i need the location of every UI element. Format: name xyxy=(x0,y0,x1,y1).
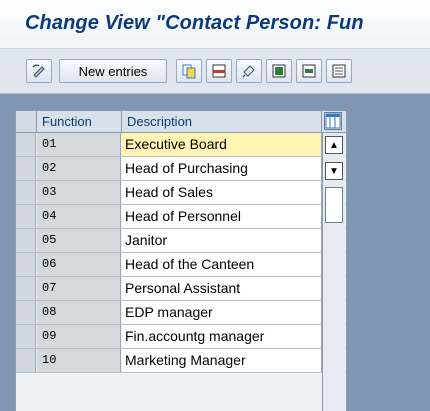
select-all-icon xyxy=(272,64,286,78)
page-title: Change View "Contact Person: Fun xyxy=(25,12,364,34)
function-cell: 05 xyxy=(37,229,121,252)
column-header-description[interactable]: Description xyxy=(122,111,322,132)
change-display-button[interactable] xyxy=(26,59,52,83)
undo-button[interactable] xyxy=(236,59,262,83)
table-row[interactable]: 06 Head of the Canteen xyxy=(16,253,346,277)
delete-icon xyxy=(212,64,226,78)
row-selector[interactable] xyxy=(16,205,36,228)
row-selector[interactable] xyxy=(16,301,36,324)
function-cell: 09 xyxy=(37,325,121,348)
select-block-icon xyxy=(302,64,316,78)
function-cell: 07 xyxy=(37,277,121,300)
new-entries-button[interactable]: New entries xyxy=(59,59,167,83)
row-selector[interactable] xyxy=(16,325,36,348)
row-selector[interactable] xyxy=(16,133,36,156)
description-cell[interactable]: Personal Assistant xyxy=(122,277,322,300)
table-control: Function Description 01 Executive Board 02… xyxy=(15,110,347,411)
row-selector[interactable] xyxy=(16,349,36,372)
application-toolbar: New entries xyxy=(0,49,430,94)
select-all-button[interactable] xyxy=(266,59,292,83)
deselect-all-button[interactable] xyxy=(326,59,352,83)
copy-icon xyxy=(182,64,196,79)
table-row[interactable]: 03 Head of Sales xyxy=(16,181,346,205)
undo-icon xyxy=(242,65,255,78)
scrollbar-thumb[interactable] xyxy=(325,187,343,223)
vertical-scrollbar[interactable]: ▲ ▼ xyxy=(322,133,345,411)
scroll-down-icon: ▼ xyxy=(329,165,339,177)
table-settings-button[interactable] xyxy=(324,112,342,130)
table-row[interactable]: 01 Executive Board xyxy=(16,133,346,157)
description-cell[interactable]: EDP manager xyxy=(122,301,322,324)
table-settings-icon xyxy=(325,113,341,129)
column-header-function[interactable]: Function xyxy=(37,111,122,132)
table-row[interactable]: 04 Head of Personnel xyxy=(16,205,346,229)
function-cell: 01 xyxy=(37,133,121,156)
row-selector[interactable] xyxy=(16,181,36,204)
copy-button[interactable] xyxy=(176,59,202,83)
table-row[interactable]: 10 Marketing Manager xyxy=(16,349,346,373)
row-selector[interactable] xyxy=(16,229,36,252)
function-cell: 10 xyxy=(37,349,121,372)
description-cell[interactable]: Head of Purchasing xyxy=(122,157,322,180)
delete-button[interactable] xyxy=(206,59,232,83)
table-row[interactable]: 02 Head of Purchasing xyxy=(16,157,346,181)
description-cell[interactable]: Executive Board xyxy=(122,133,322,156)
function-cell: 04 xyxy=(37,205,121,228)
table-row[interactable]: 07 Personal Assistant xyxy=(16,277,346,301)
row-selector[interactable] xyxy=(16,277,36,300)
table-row[interactable]: 09 Fin.accountg manager xyxy=(16,325,346,349)
description-cell[interactable]: Fin.accountg manager xyxy=(122,325,322,348)
description-cell[interactable]: Janitor xyxy=(122,229,322,252)
description-cell[interactable]: Head of Sales xyxy=(122,181,322,204)
function-cell: 06 xyxy=(37,253,121,276)
title-bar: Change View "Contact Person: Fun xyxy=(0,0,430,49)
table-row[interactable]: 08 EDP manager xyxy=(16,301,346,325)
function-cell: 03 xyxy=(37,181,121,204)
change-display-icon xyxy=(32,64,45,78)
scroll-up-button[interactable]: ▲ xyxy=(325,136,343,154)
function-cell: 02 xyxy=(37,157,121,180)
description-cell[interactable]: Head of the Canteen xyxy=(122,253,322,276)
row-selector[interactable] xyxy=(16,253,36,276)
scroll-down-button[interactable]: ▼ xyxy=(325,162,343,180)
select-all-rows-cell[interactable] xyxy=(16,111,37,132)
row-selector[interactable] xyxy=(16,157,36,180)
function-cell: 08 xyxy=(37,301,121,324)
description-cell[interactable]: Head of Personnel xyxy=(122,205,322,228)
table-header: Function Description xyxy=(16,111,346,133)
table-row[interactable]: 05 Janitor xyxy=(16,229,346,253)
select-block-button[interactable] xyxy=(296,59,322,83)
deselect-all-icon xyxy=(332,64,346,78)
description-cell[interactable]: Marketing Manager xyxy=(122,349,322,372)
scroll-up-icon: ▲ xyxy=(329,139,339,151)
new-entries-label: New entries xyxy=(78,63,148,79)
